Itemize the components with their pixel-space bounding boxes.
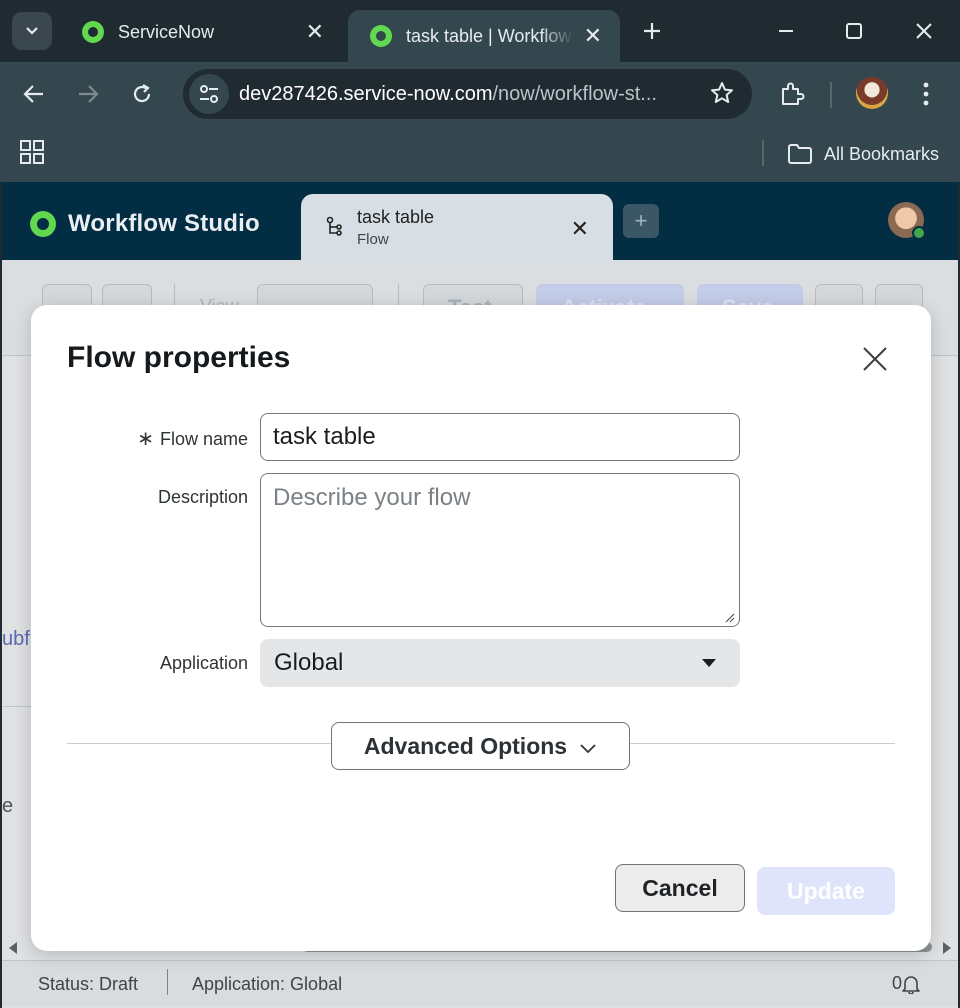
- tune-icon: [200, 85, 218, 103]
- canvas-text-fragment: e: [2, 795, 14, 817]
- bookmark-star-button[interactable]: [710, 81, 734, 110]
- user-avatar[interactable]: [888, 202, 926, 240]
- all-bookmarks-label: All Bookmarks: [824, 143, 940, 164]
- flow-application: Application: Global: [192, 974, 343, 994]
- cancel-button[interactable]: Cancel: [615, 864, 745, 912]
- minimize-button[interactable]: [756, 10, 816, 52]
- app-name: Workflow Studio: [68, 210, 260, 237]
- url-text: dev287426.service-now.com/now/workflow-s…: [239, 83, 685, 106]
- app-tab-title: task table: [357, 207, 435, 227]
- plus-icon: [644, 23, 660, 39]
- notifications-button[interactable]: 0: [892, 973, 920, 994]
- arrow-right-icon: [79, 85, 99, 103]
- bell-icon: [902, 975, 920, 994]
- puzzle-icon: [782, 82, 805, 105]
- url-path: /now/workflow-st...: [492, 82, 657, 105]
- close-icon[interactable]: ✕: [306, 19, 324, 45]
- all-bookmarks-button[interactable]: All Bookmarks: [788, 136, 939, 172]
- flow-name-label: ∗ Flow name: [137, 426, 248, 451]
- new-tab-button[interactable]: [632, 14, 672, 48]
- browser-tab-title: task table | Workflow Studio: [406, 25, 574, 46]
- dialog-title: Flow properties: [67, 341, 291, 374]
- address-bar[interactable]: dev287426.service-now.com/now/workflow-s…: [183, 69, 752, 119]
- app-tab-task-table[interactable]: task table Flow ✕: [301, 194, 613, 260]
- site-info-button[interactable]: [189, 74, 229, 114]
- servicenow-logo-icon: [30, 211, 56, 237]
- apps-grid-button[interactable]: [20, 140, 44, 169]
- tab-search-button[interactable]: [12, 12, 52, 50]
- close-window-button[interactable]: [894, 10, 954, 52]
- browser-menu-button[interactable]: [908, 74, 944, 114]
- more-vert-icon: [923, 82, 929, 106]
- status-online-icon: [912, 226, 926, 240]
- flow-status: Status: Draft: [38, 974, 139, 994]
- canvas-divider: [2, 706, 32, 707]
- close-icon[interactable]: ✕: [584, 23, 602, 49]
- application-label: Application: [159, 653, 248, 673]
- profile-avatar[interactable]: [856, 77, 888, 109]
- add-tab-button[interactable]: +: [623, 204, 659, 238]
- servicenow-favicon-icon: [82, 21, 104, 43]
- star-icon: [711, 82, 733, 103]
- folder-icon: [788, 144, 812, 164]
- flow-properties-dialog: Flow properties ∗Flow name Description A…: [31, 305, 931, 951]
- url-host: dev287426.service-now.com: [239, 82, 493, 105]
- chevron-down-icon: [580, 744, 596, 754]
- resize-handle-icon[interactable]: [725, 613, 735, 623]
- forward-button[interactable]: [68, 74, 108, 114]
- close-icon: [863, 347, 887, 371]
- advanced-options-button[interactable]: Advanced Options: [331, 722, 630, 770]
- browser-toolbar: dev287426.service-now.com/now/workflow-s…: [0, 62, 960, 126]
- flow-name-input[interactable]: [260, 413, 740, 461]
- maximize-icon: [846, 23, 862, 39]
- arrow-left-icon: [23, 85, 43, 103]
- browser-tab-strip: ServiceNow ✕ task table | Workflow Studi…: [0, 0, 960, 62]
- flow-icon: [325, 216, 343, 243]
- scroll-left-icon: [9, 942, 17, 954]
- close-dialog-button[interactable]: [857, 341, 893, 377]
- description-textarea[interactable]: [260, 473, 740, 627]
- flow-name-label-text: Flow name: [159, 429, 248, 449]
- scroll-right-icon: [943, 942, 951, 954]
- advanced-options-label: Advanced Options: [363, 732, 568, 759]
- back-button[interactable]: [14, 74, 54, 114]
- application-selected-value: Global: [274, 649, 344, 676]
- minimize-icon: [779, 30, 793, 32]
- servicenow-favicon-icon: [370, 25, 392, 47]
- toolbar-divider: [830, 82, 832, 108]
- browser-tab-servicenow[interactable]: ServiceNow ✕: [60, 12, 342, 52]
- status-bar: Status: Draft Application: Global 0: [2, 960, 958, 1006]
- subflow-link[interactable]: ubf: [2, 628, 30, 651]
- app-tab-subtitle: Flow: [357, 231, 389, 248]
- window-border-left: [0, 182, 2, 1008]
- maximize-button[interactable]: [824, 10, 884, 52]
- close-icon[interactable]: ✕: [571, 216, 589, 242]
- close-icon: [916, 23, 932, 39]
- application-select[interactable]: Global: [260, 639, 740, 687]
- plus-icon: +: [634, 208, 648, 233]
- chevron-down-icon: [26, 27, 38, 35]
- notifications-count: 0: [892, 973, 903, 993]
- browser-tab-title: ServiceNow: [118, 21, 215, 42]
- extensions-button[interactable]: [772, 74, 812, 114]
- description-label: Description: [157, 487, 248, 507]
- browser-tab-workflow-studio[interactable]: task table | Workflow Studio ✕: [348, 10, 620, 62]
- reload-icon: [133, 84, 151, 103]
- workflow-studio-header: Workflow Studio task table Flow ✕ +: [2, 182, 958, 260]
- bookmarks-bar: All Bookmarks: [0, 126, 960, 182]
- apps-grid-icon: [20, 140, 44, 164]
- update-button[interactable]: Update: [757, 867, 895, 915]
- workflow-studio-logo[interactable]: Workflow Studio: [30, 210, 260, 238]
- reload-button[interactable]: [122, 74, 162, 114]
- status-divider: [167, 969, 168, 995]
- required-icon: ∗: [137, 428, 154, 450]
- bookmarks-divider: [762, 140, 764, 166]
- caret-down-icon: [702, 659, 716, 667]
